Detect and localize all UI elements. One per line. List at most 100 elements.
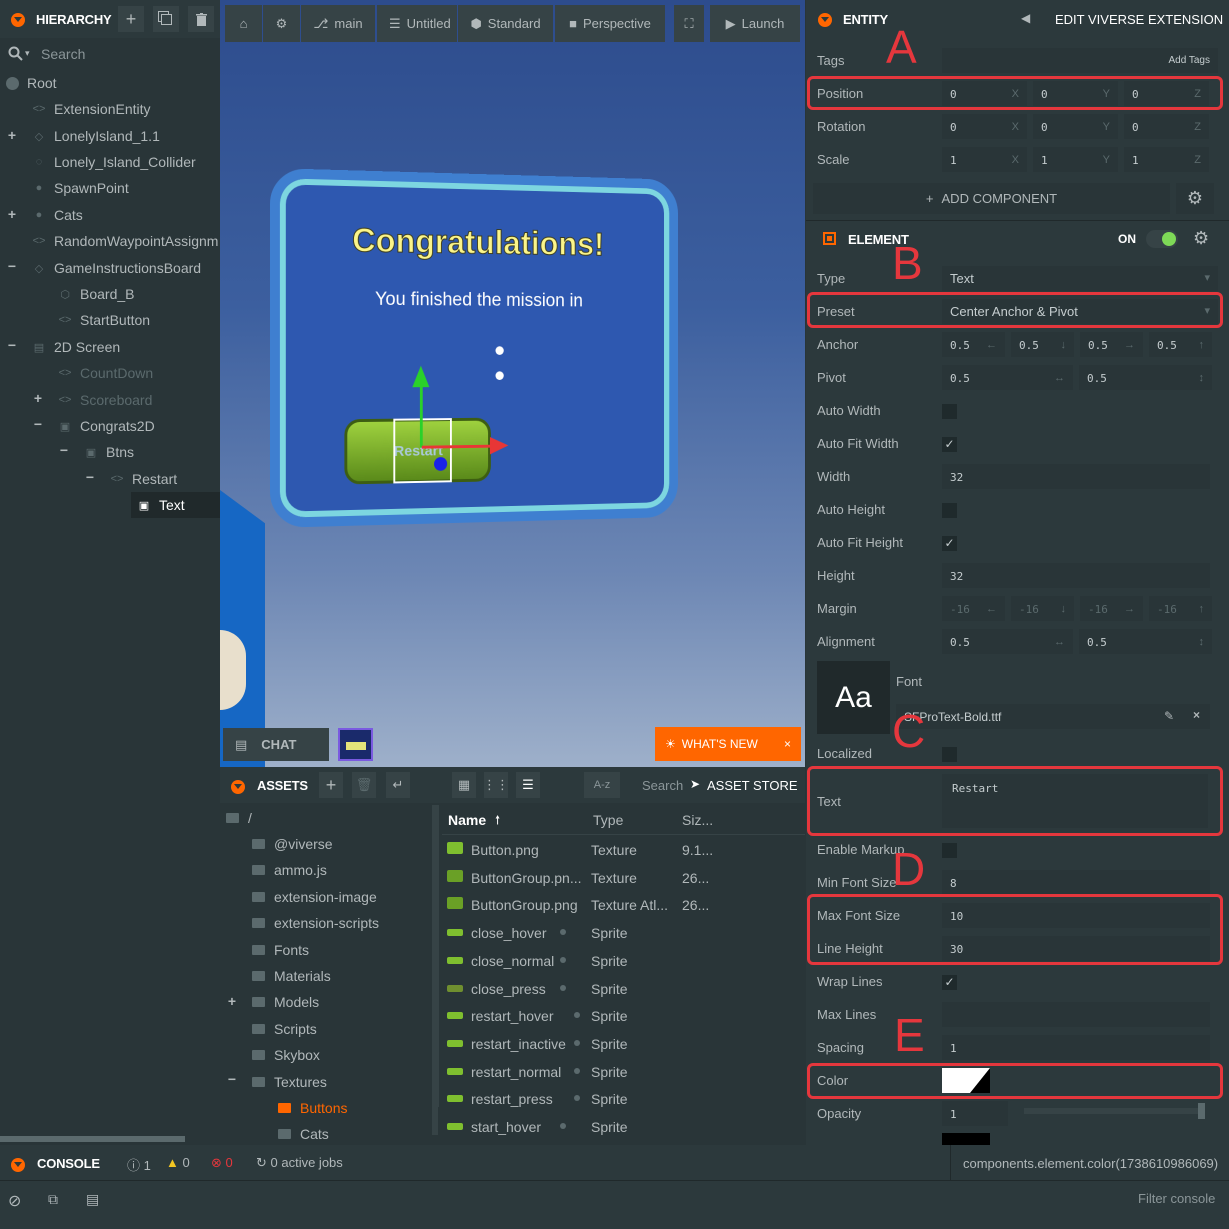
tree-item[interactable]: ● Cats [32,202,83,228]
folder-item[interactable]: Scripts [252,1016,317,1042]
file-row[interactable]: close_press Sprite [442,975,802,1003]
max-lines-field[interactable] [942,1002,1210,1027]
outline-color-swatch[interactable] [942,1133,990,1145]
fullscreen-button[interactable]: ⛶ [674,5,704,42]
edit-extension-link[interactable]: EDIT VIVERSE EXTENSION [1055,12,1223,27]
auto-fit-width-checkbox[interactable]: ✓ [942,437,957,452]
auto-width-checkbox[interactable] [942,404,957,419]
collapse-tree-icon[interactable]: − [226,1071,238,1087]
error-filter[interactable]: ⊗ 0 [211,1155,233,1171]
delete-button[interactable] [188,6,214,32]
folder-item-selected[interactable]: Buttons [278,1095,347,1121]
add-component-button[interactable]: + ADD COMPONENT [813,183,1170,214]
gizmo-y-axis[interactable] [419,383,423,448]
expand-icon[interactable]: + [6,127,18,143]
folder-item[interactable]: @viverse [252,831,333,857]
viewport[interactable]: ⌂ ⚙ ⎇ main ☰ Untitled ⬢ Standard ■ Perspecti… [220,0,805,767]
margin-field[interactable]: -16 → [1080,596,1143,621]
margin-field[interactable]: -16 ↑ [1149,596,1212,621]
column-size[interactable]: Siz... [682,812,713,828]
avatar[interactable] [338,728,373,761]
tree-item[interactable]: ▣ Btns [84,439,134,465]
folder-item[interactable]: Cats [278,1121,329,1147]
folder-root[interactable]: / [226,805,252,831]
width-field[interactable]: 32 [942,464,1210,489]
file-row[interactable]: ButtonGroup.png Texture Atl... 26... [442,891,802,919]
camera-button[interactable]: ■ Perspective [555,5,665,42]
collapse-icon[interactable] [11,12,25,27]
file-list-scrollbar[interactable] [432,805,438,1135]
file-row[interactable]: restart_inactive Sprite [442,1030,802,1058]
auto-height-checkbox[interactable] [942,503,957,518]
close-icon[interactable]: × [784,737,791,751]
opacity-slider-handle[interactable] [1198,1103,1205,1119]
file-row[interactable]: close_hover Sprite [442,919,802,947]
hierarchy-search[interactable]: ▾ Search [0,40,220,68]
edit-icon[interactable]: ✎ [1164,709,1174,723]
expand-icon[interactable]: + [226,993,238,1009]
type-select[interactable]: Text ▾ [942,266,1218,291]
warning-filter[interactable]: ▲ 0 [166,1155,190,1170]
tree-item[interactable]: ◌ Lonely_Island_Collider [32,149,196,175]
localized-checkbox[interactable] [942,747,957,762]
congrats-board[interactable]: Congratulations! You finished the missio… [270,168,687,538]
tree-item[interactable]: <> ExtensionEntity [32,96,151,122]
tree-item-selected[interactable]: ▣ Text [131,492,220,518]
scale-y-field[interactable]: 1Y [1033,147,1118,172]
filter-console-input[interactable]: Filter console [1138,1191,1215,1206]
tree-item-root[interactable]: Root [6,70,57,96]
list-view-button[interactable]: ☰ [516,772,540,798]
scene-button[interactable]: ☰ Untitled [377,5,457,42]
rotation-z-field[interactable]: 0Z [1124,114,1209,139]
file-row[interactable]: start_hover Sprite [442,1113,802,1141]
tree-item[interactable]: ⬡ Board_B [58,281,134,307]
anchor-field[interactable]: 0.5 → [1080,332,1143,357]
copy-console-button[interactable]: ⧉ [48,1191,58,1208]
grid-large-view-button[interactable]: ▦ [452,772,476,798]
log-file-button[interactable]: ▤ [86,1191,99,1208]
launch-button[interactable]: ▶ Launch [710,5,800,42]
anchor-field[interactable]: 0.5 ← [942,332,1005,357]
close-icon[interactable]: × [1193,708,1200,722]
expand-icon[interactable]: + [6,206,18,222]
min-font-size-field[interactable]: 8 [942,870,1210,895]
column-type[interactable]: Type [593,812,623,828]
opacity-slider-track[interactable] [1024,1108,1204,1114]
info-filter[interactable]: ⓘ 1 [127,1155,151,1174]
collapse-tree-icon[interactable]: − [6,337,18,353]
add-asset-button[interactable]: + [319,772,343,798]
folder-item[interactable]: Models [252,989,319,1015]
file-row[interactable]: restart_normal Sprite [442,1058,802,1086]
sort-button[interactable]: A-z [584,772,620,798]
gizmo-x-arrow[interactable] [489,436,509,455]
file-row[interactable]: restart_press Sprite [442,1085,802,1113]
anchor-field[interactable]: 0.5 ↑ [1149,332,1212,357]
margin-field[interactable]: -16 ← [942,596,1005,621]
pivot-x-field[interactable]: 0.5 ↔ [942,365,1073,390]
collapse-icon[interactable] [818,12,832,27]
folder-item[interactable]: extension-image [252,884,377,910]
folder-item[interactable]: extension-scripts [252,910,379,936]
render-mode-button[interactable]: ⬢ Standard [458,5,553,42]
file-row[interactable]: ButtonGroup.pn... Texture 26... [442,864,802,892]
gear-icon[interactable]: ⚙ [1193,228,1209,249]
spacing-field[interactable]: 1 [942,1035,1210,1060]
font-preview[interactable]: Aa [817,661,890,734]
file-row[interactable]: restart_hover Sprite [442,1002,802,1030]
collapse-icon[interactable] [11,1157,25,1172]
branch-button[interactable]: ⎇ main [301,5,375,42]
chat-button[interactable]: ▤ CHAT [223,728,329,761]
add-entity-button[interactable]: + [118,6,144,32]
opacity-field[interactable]: 1 [942,1101,1008,1126]
height-field[interactable]: 32 [942,563,1210,588]
rotation-x-field[interactable]: 0X [942,114,1027,139]
collapse-tree-icon[interactable]: − [6,258,18,274]
grid-small-view-button[interactable]: ⋮⋮ [483,772,509,798]
file-row[interactable]: Button.png Texture 9.1... [442,836,802,864]
tree-item[interactable]: <> Restart [110,466,178,492]
file-row[interactable]: close_normal Sprite [442,947,802,975]
tree-item[interactable]: <> Scoreboard [58,387,153,413]
scale-x-field[interactable]: 1X [942,147,1027,172]
collapse-tree-icon[interactable]: − [32,416,44,432]
font-asset-field[interactable]: SFProText-Bold.ttf ✎ × [896,704,1210,729]
